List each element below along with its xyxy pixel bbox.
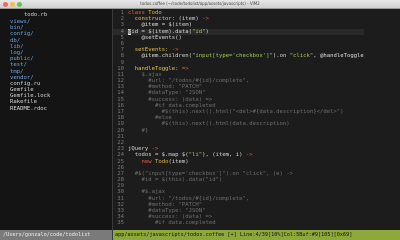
code-token: jQuery — [128, 146, 152, 153]
line-number: 35 — [117, 220, 124, 227]
code-token: new — [141, 158, 155, 165]
code-token: class — [128, 10, 149, 16]
vim-window: todos.coffee (~/code/todolist/app/assets… — [0, 0, 400, 240]
code-token: @item — [141, 22, 159, 29]
code-token: #method: "PATCH" — [128, 201, 203, 208]
status-right-info: app/assets/javascripts/todos.coffee [+] … — [113, 230, 400, 240]
code-token: #if data.completed — [128, 220, 216, 227]
code-token: #else — [128, 115, 172, 122]
code-token: @handleToggle — [320, 53, 364, 60]
code-token: #url: "/todos/#{id}/complete", — [128, 78, 250, 85]
code-token: @item — [141, 53, 159, 60]
code-token: ) — [205, 28, 209, 35]
code-token: #dataType: "JSON" — [128, 90, 206, 97]
code-token: #success: (data) => — [128, 214, 213, 221]
code-token: #method: "PATCH" — [128, 84, 203, 91]
code-line[interactable]: 35 #if data.completed — [113, 220, 364, 226]
code-token: handleToggle: — [134, 65, 182, 72]
status-left-path: /Users/gonzalo/code/todolist — [0, 230, 112, 240]
code-token: "input[type='checkbox']" — [192, 53, 273, 60]
code-token: => — [181, 65, 189, 72]
code-token: #success: (data) => — [128, 96, 213, 103]
title-bar[interactable]: todos.coffee (~/code/todolist/app/assets… — [0, 0, 400, 9]
code-lines: 1 class Todo 2 constructor: (item) -> 3 @it… — [113, 10, 364, 227]
code-token: #$(this).next().html(data.description) — [128, 121, 290, 128]
nerdtree-sidebar[interactable]: todo.rb views/bin/config/db/lib/log/publ… — [0, 9, 112, 230]
file-tree: views/bin/config/db/lib/log/public/test/… — [10, 19, 50, 112]
window-title: todos.coffee (~/code/todolist/app/assets… — [140, 1, 260, 6]
code-token: Todo — [154, 158, 169, 165]
tree-file[interactable]: README.rdoc — [10, 106, 50, 112]
code-token: #url: "/todos/#{id}/complete", — [128, 195, 250, 202]
code-token: todos = $.map $( — [128, 152, 189, 159]
code-token: #id = $(this).data("id") — [128, 177, 223, 184]
code-token: , — [313, 53, 321, 60]
code-token: (item) — [178, 16, 203, 23]
code-token: ).on — [272, 53, 290, 60]
code-token: .children( — [158, 53, 193, 60]
code-token: "click" — [289, 53, 314, 60]
code-token: = $(item).data( — [138, 28, 193, 35]
code-token: setEvents: — [134, 47, 172, 54]
code-token: "id" — [192, 28, 206, 35]
status-bar: /Users/gonzalo/code/todolist app/assets/… — [0, 230, 400, 240]
code-token: = $(item) — [158, 22, 193, 29]
code-token: #dataType: "JSON" — [128, 208, 206, 214]
code-token: -> — [151, 146, 159, 153]
code-token: #$("input[type='checkbox']").on "click",… — [128, 170, 294, 177]
code-token: constructor: — [134, 16, 179, 23]
code-token: -> — [245, 152, 253, 159]
code-token: ), (item, i) — [202, 152, 246, 159]
tree-root-label[interactable]: todo.rb — [24, 12, 47, 18]
code-token: #$.ajax — [128, 189, 166, 196]
code-token: "li" — [188, 152, 203, 159]
code-token: Todo — [148, 10, 162, 16]
code-token: #} — [128, 127, 149, 134]
code-token: () — [175, 34, 182, 41]
code-token: -> — [202, 16, 209, 23]
code-token: (item) — [168, 158, 189, 165]
code-token: #$(this).next().html("<del>#{data.descri… — [128, 109, 344, 115]
code-token: $.ajax — [128, 71, 162, 78]
code-line[interactable]: 8 @item.children("input[type='checkbox']… — [113, 53, 364, 59]
code-token: @setEvents — [141, 34, 176, 41]
code-token: -> — [171, 47, 179, 54]
code-editor[interactable]: 1 class Todo 2 constructor: (item) -> 3 @it… — [113, 9, 400, 230]
code-token: #if data.completed — [128, 102, 216, 109]
